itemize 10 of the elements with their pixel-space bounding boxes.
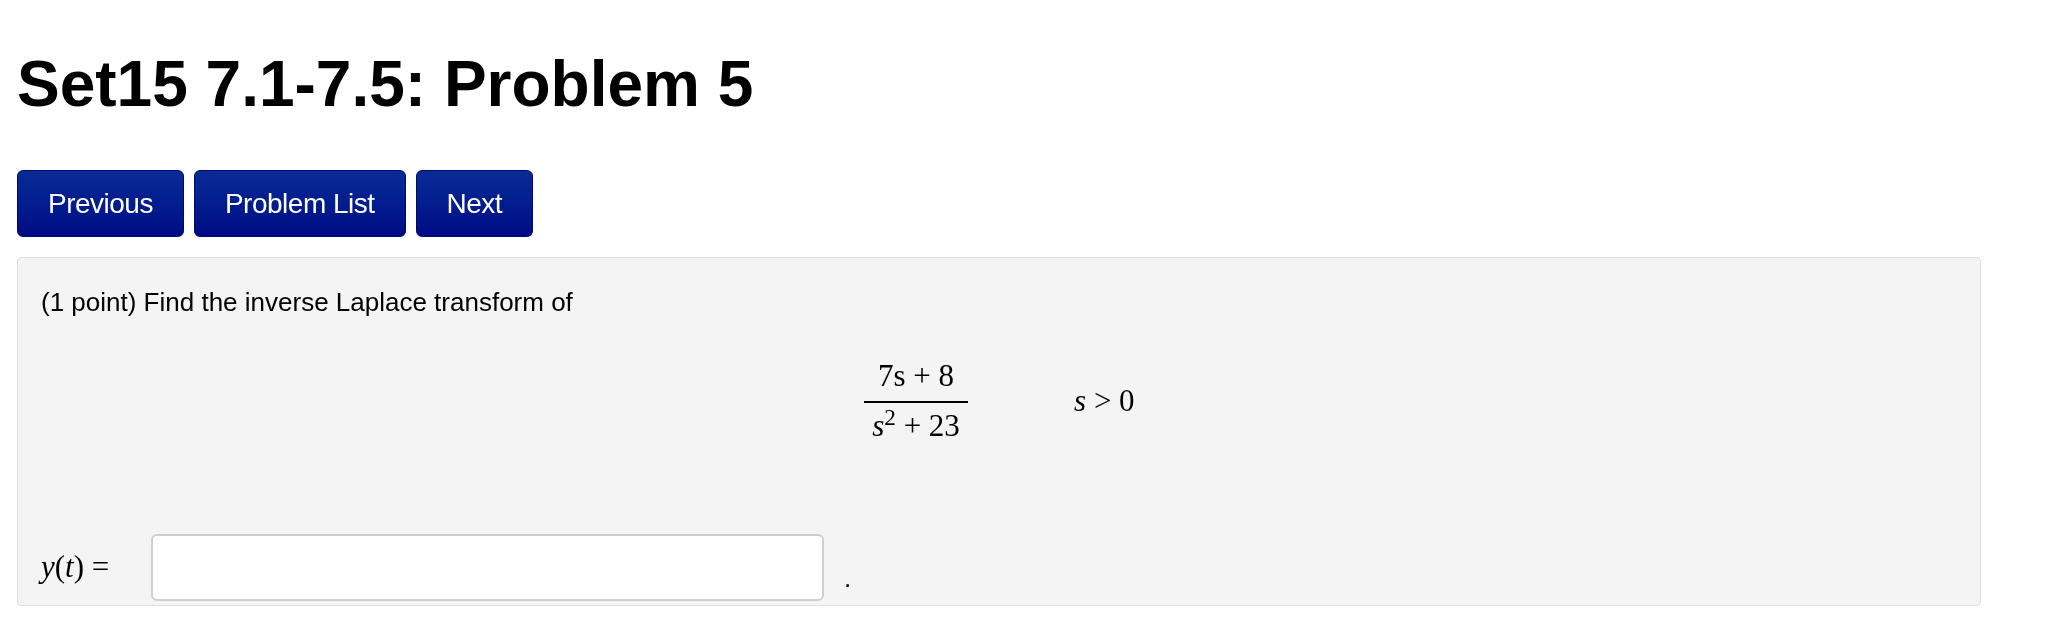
nav-button[interactable]: Problem List xyxy=(193,170,406,237)
page-title: Set15 7.1-7.5: Problem 5 xyxy=(17,52,754,116)
fraction-numerator: 7s + 8 xyxy=(877,356,956,395)
answer-field[interactable] xyxy=(151,534,824,601)
problem-statement: (1 point) Find the inverse Laplace transform of xyxy=(41,286,573,319)
trailing-period: . xyxy=(844,562,852,595)
nav-button[interactable]: Next xyxy=(415,170,534,237)
nav-button[interactable]: Previous xyxy=(17,170,184,237)
condition: s > 0 xyxy=(1074,381,1135,420)
fraction-denominator: s$^{2}$ + 23 xyxy=(871,403,961,446)
